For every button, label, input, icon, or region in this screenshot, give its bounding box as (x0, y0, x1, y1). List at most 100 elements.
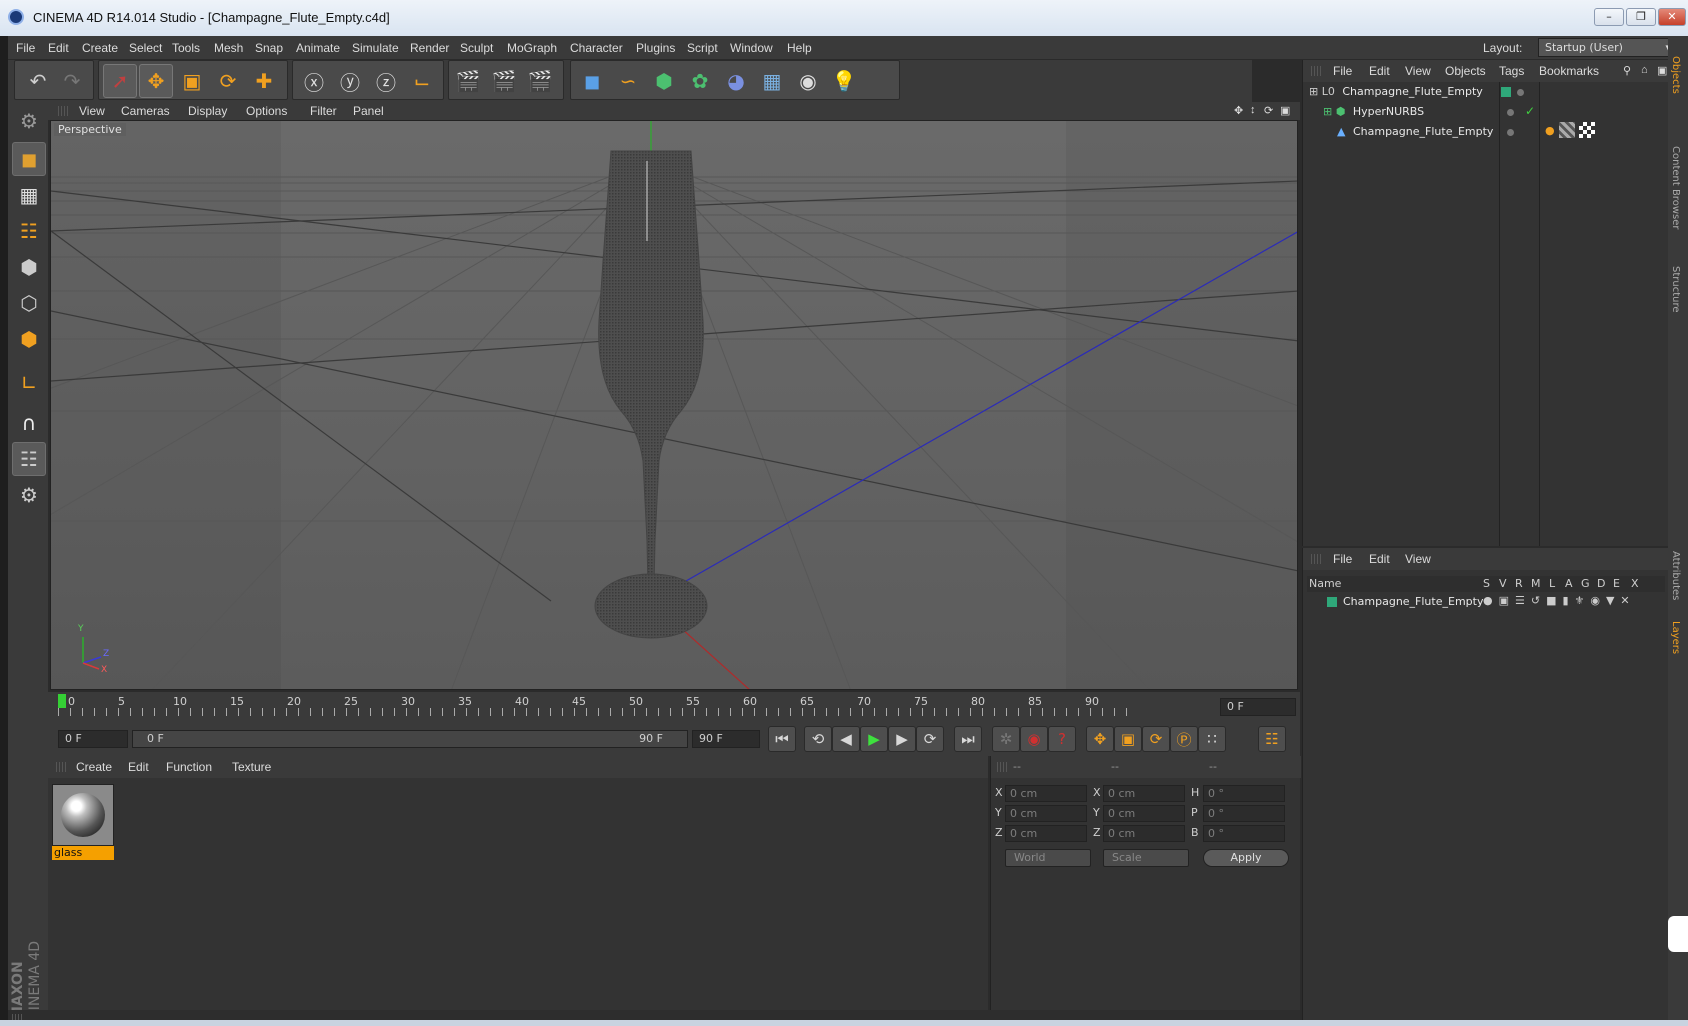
close-button[interactable]: ✕ (1658, 8, 1686, 26)
home-icon[interactable]: ⌂ (1641, 64, 1648, 76)
transform-mode-select[interactable]: Scale (1103, 849, 1189, 867)
start-frame-field[interactable]: 0 F (58, 730, 128, 748)
menu-window[interactable]: Window (730, 41, 773, 55)
object-menu-edit[interactable]: Edit (1369, 64, 1390, 78)
coordinate-mode-select[interactable]: World (1005, 849, 1091, 867)
points-mode-icon[interactable]: ⬢ (12, 250, 46, 284)
perspective-viewport[interactable]: Perspective Y Z X (50, 120, 1298, 690)
preview-range-slider[interactable]: 0 F 90 F (132, 730, 688, 748)
menu-render[interactable]: Render (410, 41, 449, 55)
go-to-start-icon[interactable]: ⏮ (768, 726, 796, 752)
layer-menu-file[interactable]: File (1333, 552, 1352, 566)
menu-select[interactable]: Select (129, 41, 162, 55)
viewport-zoom-icon[interactable]: ↕ (1250, 104, 1256, 116)
menu-sculpt[interactable]: Sculpt (460, 41, 493, 55)
viewport-menu-panel[interactable]: Panel (353, 104, 384, 118)
material-swatch-glass[interactable]: glass (52, 784, 114, 860)
apply-button[interactable]: Apply (1203, 849, 1289, 867)
search-icon[interactable]: ⚲ (1623, 64, 1631, 77)
deformer-icon[interactable]: ◕ (719, 64, 753, 98)
size-z-field[interactable]: 0 cm (1103, 825, 1185, 842)
add-object-icon[interactable]: ✚ (247, 64, 281, 98)
menu-character[interactable]: Character (570, 41, 623, 55)
workplane-mode-icon[interactable]: ☷ (12, 214, 46, 248)
object-menu-bookmarks[interactable]: Bookmarks (1539, 64, 1599, 78)
object-row-polygon[interactable]: ▲ Champagne_Flute_Empty (1337, 122, 1493, 142)
tab-attributes[interactable]: Attributes (1670, 551, 1681, 600)
polygons-mode-icon[interactable]: ⬢ (12, 322, 46, 356)
next-frame-icon[interactable]: ▶ (888, 726, 916, 752)
viewport-menu-cameras[interactable]: Cameras (121, 104, 170, 118)
menu-help[interactable]: Help (787, 41, 812, 55)
menu-create[interactable]: Create (82, 41, 118, 55)
layer-menu-view[interactable]: View (1405, 552, 1431, 566)
object-menu-view[interactable]: View (1405, 64, 1431, 78)
autokeying-icon[interactable]: ◉ (1020, 726, 1048, 752)
next-key-icon[interactable]: ⟳ (916, 726, 944, 752)
current-frame-field[interactable]: 0 F (1220, 698, 1296, 716)
tab-content-browser[interactable]: Content Browser (1670, 146, 1681, 229)
viewport-menu-options[interactable]: Options (246, 104, 287, 118)
record-parameter-icon[interactable]: Ⓟ (1170, 726, 1198, 752)
viewport-menu-filter[interactable]: Filter (310, 104, 337, 118)
texture-mode-icon[interactable]: ▦ (12, 178, 46, 212)
move-tool-icon[interactable]: ✥ (139, 64, 173, 98)
menu-file[interactable]: File (16, 41, 35, 55)
play-forward-icon[interactable]: ▶ (860, 726, 888, 752)
layer-menu-edit[interactable]: Edit (1369, 552, 1390, 566)
visibility-dot[interactable] (1507, 129, 1514, 136)
viewport-maximize-icon[interactable]: ▣ (1280, 104, 1290, 117)
live-selection-tool-icon[interactable]: ➚ (103, 64, 137, 98)
size-x-field[interactable]: 0 cm (1103, 785, 1185, 802)
spline-pen-icon[interactable]: ∽ (611, 64, 645, 98)
end-frame-field[interactable]: 90 F (692, 730, 760, 748)
record-scale-icon[interactable]: ▣ (1114, 726, 1142, 752)
menu-animate[interactable]: Animate (296, 41, 340, 55)
object-row-null[interactable]: ⊞ L0 Champagne_Flute_Empty (1309, 82, 1483, 102)
axis-mode-icon[interactable]: ∟ (12, 366, 46, 400)
material-menu-edit[interactable]: Edit (128, 760, 149, 774)
floor-scene-icon[interactable]: ▦ (755, 64, 789, 98)
layout-select[interactable]: Startup (User)▾ (1538, 38, 1676, 57)
maximize-button[interactable]: ❐ (1626, 8, 1656, 26)
menu-script[interactable]: Script (687, 41, 718, 55)
tab-objects[interactable]: Objects (1670, 56, 1681, 94)
object-menu-objects[interactable]: Objects (1445, 64, 1486, 78)
previous-frame-icon[interactable]: ◀ (832, 726, 860, 752)
cube-primitive-icon[interactable]: ◼ (575, 64, 609, 98)
material-menu-create[interactable]: Create (76, 760, 112, 774)
coordinate-system-icon[interactable]: ⌙ (405, 64, 439, 98)
scale-tool-icon[interactable]: ▣ (175, 64, 209, 98)
enabled-check-icon[interactable]: ✓ (1525, 104, 1535, 118)
menu-tools[interactable]: Tools (172, 41, 200, 55)
soft-selection-icon[interactable]: ⚙ (12, 478, 46, 512)
visibility-dot[interactable] (1507, 109, 1514, 116)
camera-icon[interactable]: ◉ (791, 64, 825, 98)
layer-row[interactable]: Champagne_Flute_Empty (1315, 592, 1483, 612)
menu-plugins[interactable]: Plugins (636, 41, 675, 55)
material-menu-function[interactable]: Function (166, 760, 212, 774)
rotation-p-field[interactable]: 0 ° (1203, 805, 1285, 822)
z-axis-lock-icon[interactable]: ⓩ (369, 64, 403, 98)
viewport-menu-display[interactable]: Display (188, 104, 227, 118)
menu-simulate[interactable]: Simulate (352, 41, 399, 55)
rotation-h-field[interactable]: 0 ° (1203, 785, 1285, 802)
y-axis-lock-icon[interactable]: ⓨ (333, 64, 367, 98)
new-window-icon[interactable]: ▣ (1657, 64, 1667, 77)
record-point-level-icon[interactable]: ∷ (1198, 726, 1226, 752)
tab-layers[interactable]: Layers (1670, 621, 1681, 654)
cloner-icon[interactable]: ✿ (683, 64, 717, 98)
edges-mode-icon[interactable]: ⬡ (12, 286, 46, 320)
phong-tag-icon[interactable]: ● (1545, 124, 1555, 137)
material-menu-texture[interactable]: Texture (232, 760, 271, 774)
viewport-rotate-icon[interactable]: ⟳ (1264, 104, 1273, 117)
model-mode-icon[interactable]: ◼ (12, 142, 46, 176)
record-position-icon[interactable]: ✥ (1086, 726, 1114, 752)
record-active-objects-icon[interactable]: ✲ (992, 726, 1020, 752)
uvw-tag-icon[interactable] (1579, 122, 1595, 138)
menu-mesh[interactable]: Mesh (214, 41, 243, 55)
object-menu-file[interactable]: File (1333, 64, 1352, 78)
keyframe-selection-icon[interactable]: ? (1048, 726, 1076, 752)
menu-edit[interactable]: Edit (48, 41, 69, 55)
rotate-tool-icon[interactable]: ⟳ (211, 64, 245, 98)
